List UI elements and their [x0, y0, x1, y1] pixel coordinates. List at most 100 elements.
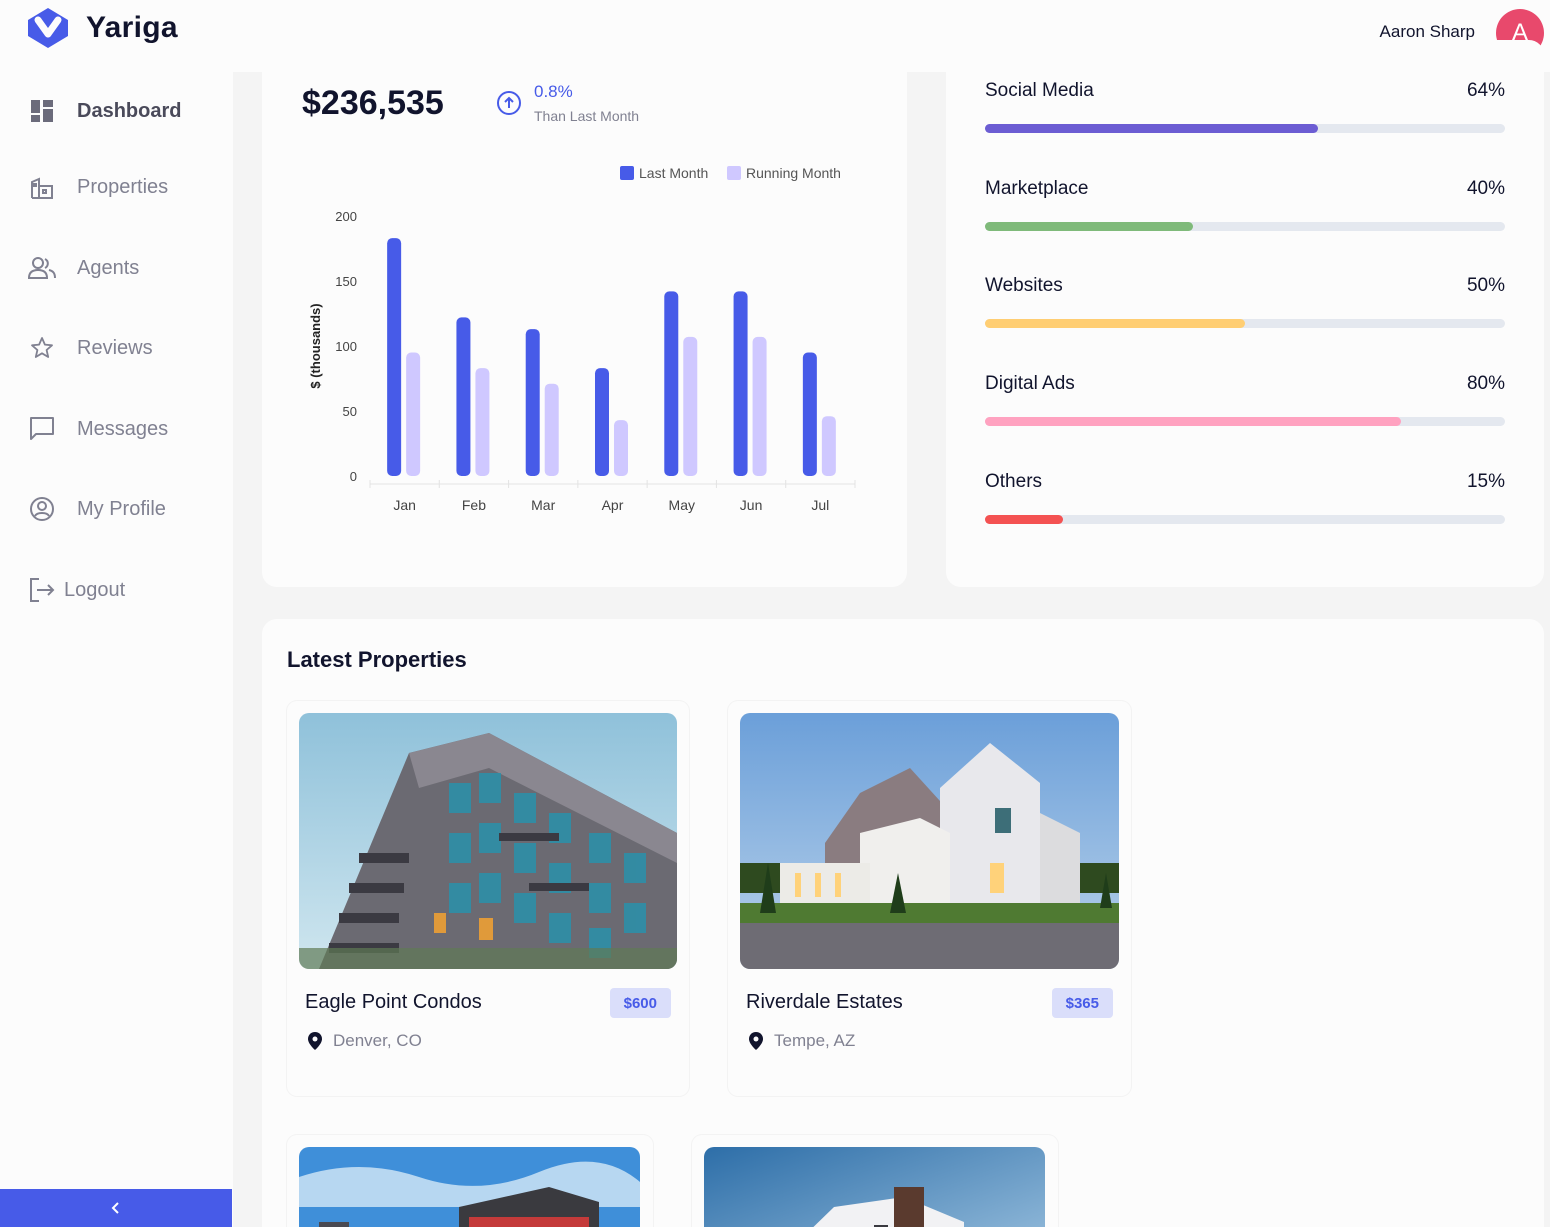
progress-fill [985, 319, 1245, 328]
progress-fill [985, 222, 1193, 231]
sidebar-item-label: My Profile [77, 497, 166, 520]
message-icon [28, 415, 56, 443]
sidebar-item-label: Reviews [77, 336, 153, 359]
sidebar: Dashboard Properties Agents Reviews Mess… [0, 72, 233, 1227]
referral-percent: 50% [1466, 275, 1505, 296]
sidebar-item-label: Logout [64, 578, 126, 601]
bar-running-month [683, 336, 698, 476]
bar-last-month [733, 291, 748, 476]
y-axis-label: $ (thousands) [308, 303, 323, 388]
revenue-bar-chart: Last Month Running Month 0 50 100 150 200 $ (th… [308, 165, 856, 513]
property-image [740, 713, 1119, 969]
progress-fill [985, 515, 1063, 524]
location-text: Tempe, AZ [774, 1031, 856, 1050]
progress-track [985, 124, 1505, 133]
sidebar-item-reviews[interactable]: Reviews [0, 326, 233, 370]
sidebar-item-label: Dashboard [77, 99, 182, 122]
section-title: Latest Properties [287, 647, 467, 672]
y-tick-label: 50 [343, 404, 357, 419]
property-location: Denver, CO [305, 1031, 422, 1051]
sidebar-item-messages[interactable]: Messages [0, 407, 233, 451]
referral-name: Social Media [985, 80, 1094, 101]
x-tick-label: Apr [602, 497, 624, 513]
y-tick-label: 100 [335, 339, 357, 354]
app-name: Yariga [86, 11, 178, 44]
location-pin-icon [308, 1032, 322, 1050]
properties-icon [28, 173, 56, 201]
property-name: Eagle Point Condos [305, 991, 482, 1013]
total-revenue-card: $236,535 0.8% Than Last Month Last Month… [262, 40, 907, 587]
x-tick-label: Jun [740, 497, 763, 513]
bar-last-month [802, 352, 817, 476]
referral-percent: 80% [1466, 373, 1505, 394]
location-pin-icon [749, 1032, 763, 1050]
sidebar-item-properties[interactable]: Properties [0, 165, 233, 209]
star-icon [28, 334, 56, 362]
bar-last-month [387, 238, 402, 476]
progress-track [985, 319, 1505, 328]
chevron-left-icon [111, 1202, 119, 1214]
x-tick-label: Jul [811, 497, 829, 513]
bar-last-month [456, 317, 471, 476]
yariga-logo-icon [28, 8, 68, 48]
property-card[interactable]: Riverdale Estates $365 Tempe, AZ [728, 701, 1131, 1096]
referral-name: Digital Ads [985, 373, 1075, 394]
sidebar-item-label: Agents [77, 256, 140, 279]
y-tick-label: 150 [335, 274, 357, 289]
bar-last-month [664, 291, 679, 476]
logout-icon [28, 576, 56, 604]
progress-track [985, 417, 1505, 426]
sidebar-item-agents[interactable]: Agents [0, 246, 233, 290]
legend-swatch [620, 166, 634, 180]
y-tick-label: 0 [350, 469, 357, 484]
progress-track [985, 222, 1505, 231]
progress-track [985, 515, 1505, 524]
x-tick-label: Feb [462, 497, 486, 513]
bar-running-month [475, 368, 490, 476]
property-referrals-card: Social Media 64% Marketplace 40% Websites 50%… [946, 40, 1544, 587]
legend-label: Running Month [746, 165, 841, 181]
property-name: Riverdale Estates [746, 991, 903, 1013]
property-card[interactable] [692, 1135, 1058, 1227]
property-image [704, 1147, 1045, 1227]
progress-fill [985, 124, 1318, 133]
legend-label: Last Month [639, 165, 708, 181]
location-text: Denver, CO [333, 1031, 422, 1050]
sidebar-item-dashboard[interactable]: Dashboard [0, 89, 233, 133]
property-price-badge: $600 [609, 988, 671, 1018]
property-location: Tempe, AZ [746, 1031, 855, 1051]
y-tick-label: 200 [335, 209, 357, 224]
sidebar-item-logout[interactable]: Logout [0, 568, 233, 612]
agents-icon [28, 254, 56, 282]
referral-percent: 64% [1466, 80, 1505, 101]
x-tick-label: May [669, 497, 695, 513]
referral-name: Marketplace [985, 178, 1089, 199]
property-image [299, 713, 677, 969]
referral-name: Others [985, 471, 1043, 492]
property-card[interactable]: Eagle Point Condos $600 Denver, CO [287, 701, 689, 1096]
bar-running-month [752, 336, 767, 476]
legend-swatch [727, 166, 741, 180]
referral-percent: 40% [1466, 178, 1505, 199]
bar-running-month [821, 416, 836, 476]
x-tick-label: Jan [393, 497, 416, 513]
bar-running-month [614, 420, 628, 476]
profile-icon [28, 495, 56, 523]
bar-last-month [595, 368, 609, 476]
latest-properties-card: Latest Properties Eagle Point Condos $60… [262, 619, 1544, 1227]
property-card[interactable] [287, 1135, 653, 1227]
progress-fill [985, 417, 1401, 426]
bar-last-month [525, 329, 540, 476]
sidebar-item-label: Messages [77, 417, 169, 440]
referral-name: Websites [985, 275, 1063, 296]
bar-running-month [544, 383, 559, 476]
sidebar-item-my-profile[interactable]: My Profile [0, 487, 233, 531]
property-price-badge: $365 [1051, 988, 1113, 1018]
referral-percent: 15% [1466, 471, 1505, 492]
sidebar-collapse-button[interactable] [0, 1189, 232, 1227]
property-image [299, 1147, 640, 1227]
logo[interactable]: Yariga [24, 6, 178, 50]
dashboard-icon [28, 97, 56, 125]
bar-running-month [406, 352, 421, 476]
x-tick-label: Mar [531, 497, 555, 513]
